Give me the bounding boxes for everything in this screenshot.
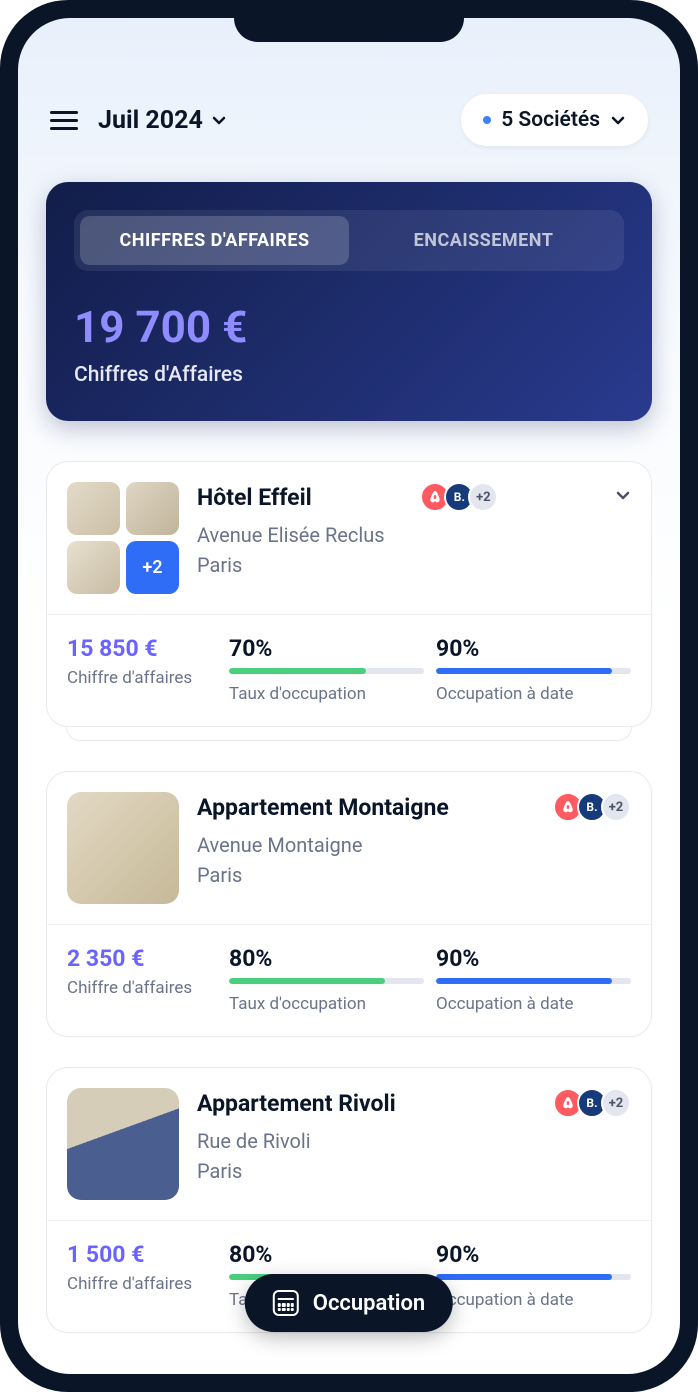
property-address: Rue de RivoliParis [197, 1126, 631, 1186]
screen: Juil 2024 5 Sociétés CHIFFRES D'AFFAIRES… [18, 18, 680, 1374]
metric-value: 15 850 € [67, 635, 217, 662]
thumbnail [67, 482, 120, 535]
property-list: +2 Hôtel Effeil B.+2 Avenue Elisée ReclusPa… [46, 461, 652, 1333]
menu-icon[interactable] [50, 111, 78, 130]
thumbnail [67, 1088, 179, 1200]
header-left: Juil 2024 [50, 106, 227, 135]
summary-tabs: CHIFFRES D'AFFAIRES ENCAISSEMENT [74, 210, 624, 271]
property-address: Avenue Elisée ReclusParis [197, 520, 631, 580]
tab-cash[interactable]: ENCAISSEMENT [349, 216, 618, 265]
metric-value: 70% [229, 635, 424, 662]
thumbnail [67, 792, 179, 904]
metric-label: Taux d'occupation [229, 684, 424, 704]
notch [234, 0, 464, 42]
metric-label: Taux d'occupation [229, 994, 424, 1014]
progress-fill [436, 1274, 612, 1280]
metric: 2 350 € Chiffre d'affaires [67, 945, 217, 1014]
property-title: Appartement Montaigne [197, 794, 449, 821]
progress-fill [229, 978, 385, 984]
property-info: Appartement Montaigne B.+2 Avenue Montaign… [197, 792, 631, 904]
metric: 90% Occupation à date [436, 945, 631, 1014]
metric-label: Chiffre d'affaires [67, 978, 217, 998]
property-title-row: Appartement Rivoli B.+2 [197, 1088, 631, 1118]
chevron-down-icon [211, 112, 227, 128]
platform-badges: B.+2 [420, 482, 498, 512]
property-title-row: Appartement Montaigne B.+2 [197, 792, 631, 822]
thumbnail [67, 541, 120, 594]
property-card-top: Appartement Rivoli B.+2 Rue de RivoliParis [47, 1068, 651, 1220]
metric: 80% Taux d'occupation [229, 945, 424, 1014]
metric: 70% Taux d'occupation [229, 635, 424, 704]
progress-bar [229, 668, 424, 674]
progress-bar [229, 978, 424, 984]
property-card[interactable]: Appartement Montaigne B.+2 Avenue Montaign… [46, 771, 652, 1037]
filter-dot-icon [483, 116, 491, 124]
metric-value: 90% [436, 945, 631, 972]
property-card-top: +2 Hôtel Effeil B.+2 Avenue Elisée ReclusPa… [47, 462, 651, 614]
thumbnail [126, 482, 179, 535]
metric-value: 80% [229, 1241, 424, 1268]
calendar-icon [273, 1290, 299, 1316]
platform-more[interactable]: +2 [468, 482, 498, 512]
progress-bar [436, 668, 631, 674]
thumbnail-more[interactable]: +2 [126, 541, 179, 594]
metric: 1 500 € Chiffre d'affaires [67, 1241, 217, 1310]
platform-badges: B.+2 [553, 1088, 631, 1118]
property-title: Appartement Rivoli [197, 1090, 396, 1117]
progress-bar [436, 978, 631, 984]
metric-value: 80% [229, 945, 424, 972]
platform-more[interactable]: +2 [601, 792, 631, 822]
property-metrics: 15 850 € Chiffre d'affaires 70% Taux d'occu… [47, 614, 651, 726]
metric-value: 1 500 € [67, 1241, 217, 1268]
property-title-row: Hôtel Effeil B.+2 [197, 482, 631, 512]
progress-fill [436, 978, 612, 984]
metric: 15 850 € Chiffre d'affaires [67, 635, 217, 704]
chevron-down-icon[interactable] [615, 487, 631, 507]
month-label: Juil 2024 [98, 106, 203, 135]
property-metrics: 2 350 € Chiffre d'affaires 80% Taux d'occup… [47, 924, 651, 1036]
property-thumbnails: +2 [67, 482, 179, 594]
metric-value: 90% [436, 1241, 631, 1268]
summary-amount: 19 700 € [74, 301, 624, 353]
property-title: Hôtel Effeil [197, 484, 312, 511]
property-card[interactable]: +2 Hôtel Effeil B.+2 Avenue Elisée ReclusPa… [46, 461, 652, 727]
metric-label: Chiffre d'affaires [67, 1274, 217, 1294]
progress-bar [436, 1274, 631, 1280]
property-address: Avenue MontaigneParis [197, 830, 631, 890]
progress-fill [436, 668, 612, 674]
tab-revenue[interactable]: CHIFFRES D'AFFAIRES [80, 216, 349, 265]
metric-label: Chiffre d'affaires [67, 668, 217, 688]
property-info: Hôtel Effeil B.+2 Avenue Elisée ReclusPari… [197, 482, 631, 594]
metric: 90% Occupation à date [436, 635, 631, 704]
platform-badges: B.+2 [553, 792, 631, 822]
progress-fill [229, 668, 366, 674]
metric: 90% Occupation à date [436, 1241, 631, 1310]
card-stack-shadow [66, 727, 632, 741]
header: Juil 2024 5 Sociétés [46, 94, 652, 146]
month-selector[interactable]: Juil 2024 [98, 106, 227, 135]
summary-card: CHIFFRES D'AFFAIRES ENCAISSEMENT 19 700 … [46, 182, 652, 421]
company-filter[interactable]: 5 Sociétés [461, 94, 648, 146]
platform-more[interactable]: +2 [601, 1088, 631, 1118]
filter-label: 5 Sociétés [501, 108, 600, 132]
property-card-top: Appartement Montaigne B.+2 Avenue Montaign… [47, 772, 651, 924]
metric-label: Occupation à date [436, 684, 631, 704]
metric-label: Occupation à date [436, 1290, 631, 1310]
summary-subtitle: Chiffres d'Affaires [74, 363, 624, 387]
occupation-button[interactable]: Occupation [245, 1274, 453, 1332]
metric-value: 90% [436, 635, 631, 662]
phone-frame: Juil 2024 5 Sociétés CHIFFRES D'AFFAIRES… [0, 0, 698, 1392]
metric-label: Occupation à date [436, 994, 631, 1014]
metric-value: 2 350 € [67, 945, 217, 972]
property-info: Appartement Rivoli B.+2 Rue de RivoliParis [197, 1088, 631, 1200]
occupation-label: Occupation [313, 1291, 425, 1316]
chevron-down-icon [610, 112, 626, 128]
